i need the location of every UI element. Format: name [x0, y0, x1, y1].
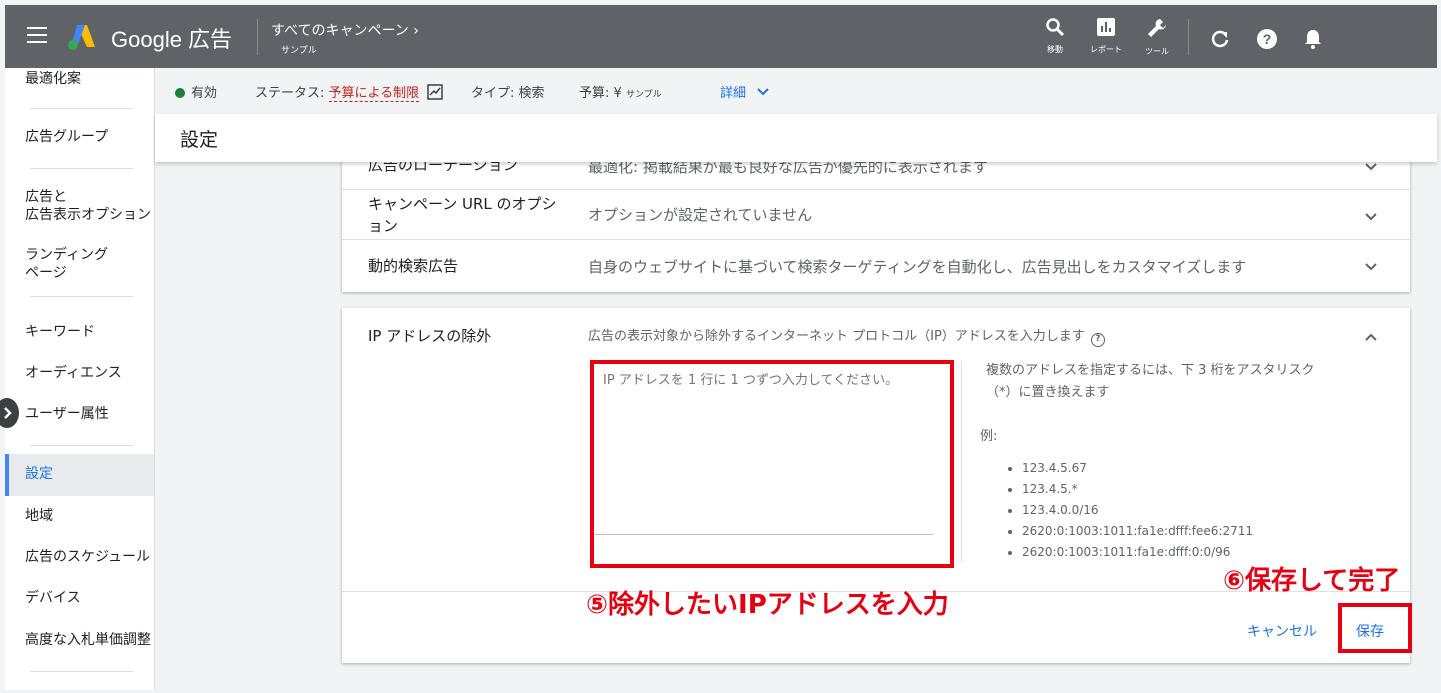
- example-label: 例:: [980, 429, 998, 444]
- divider: [961, 361, 962, 563]
- sidebar-item-demographics[interactable]: ユーザー属性: [25, 405, 109, 423]
- sidebar-item-recommendations[interactable]: 最適化案: [25, 70, 81, 88]
- hamburger-icon[interactable]: [27, 27, 47, 43]
- settings-row-dsa[interactable]: 動的検索広告 自身のウェブサイトに基づいて検索ターゲティングを自動化し、広告見出…: [342, 240, 1410, 292]
- svg-text:?: ?: [1263, 31, 1272, 47]
- chevron-down-icon[interactable]: [1364, 160, 1378, 174]
- sidebar-item-landing-pages[interactable]: ランディング ページ: [25, 246, 108, 282]
- divider: [30, 168, 133, 169]
- chevron-up-icon[interactable]: [1364, 330, 1378, 344]
- app-title: Google 広告: [111, 27, 233, 52]
- sidebar-item-ad-groups[interactable]: 広告グループ: [25, 128, 108, 146]
- google-ads-logo-icon: [68, 25, 95, 50]
- chevron-right-icon: ›: [413, 23, 419, 39]
- sidebar-toggle-button[interactable]: [0, 398, 19, 428]
- bell-icon[interactable]: [1301, 27, 1325, 51]
- sidebar-item-settings[interactable]: 設定: [25, 465, 53, 483]
- help-icon[interactable]: ?: [1090, 333, 1105, 347]
- report-icon: [1097, 18, 1115, 36]
- sidebar-item-ad-schedule[interactable]: 広告のスケジュール: [25, 548, 150, 566]
- divider: [1188, 19, 1189, 55]
- campaign-name: サンプル: [281, 46, 317, 56]
- list-item: 123.4.0.0/16: [1022, 500, 1253, 521]
- sidebar-item-devices[interactable]: デバイス: [25, 589, 81, 607]
- divider: [257, 19, 258, 55]
- divider: [30, 108, 133, 109]
- chevron-down-icon: [757, 88, 769, 96]
- sidebar-item-keywords[interactable]: キーワード: [25, 323, 95, 341]
- campaign-status-bar: 有効 ステータス: 予算による制限 タイプ: 検索 予算: ¥ サンプル 詳細: [155, 68, 1437, 114]
- list-item: 123.4.5.67: [1022, 458, 1253, 479]
- annotation-step6: ⑥保存して完了: [1223, 566, 1401, 596]
- sidebar-item-audiences[interactable]: オーディエンス: [25, 364, 122, 382]
- list-item: 123.4.5.*: [1022, 479, 1253, 500]
- highlight-box-save: [1338, 603, 1412, 653]
- sidebar-item-bid-adjustments[interactable]: 高度な入札単価調整: [25, 631, 151, 649]
- settings-row-url-options[interactable]: キャンペーン URL のオプション オプションが設定されていません: [342, 190, 1410, 240]
- annotation-step5: ⑤除外したいIPアドレスを入力: [586, 590, 949, 620]
- divider: [30, 296, 133, 297]
- help-icon[interactable]: ?: [1255, 27, 1279, 51]
- goto-button[interactable]: 移動: [1035, 17, 1075, 55]
- ip-exclusion-label: IP アドレスの除外: [368, 327, 492, 345]
- sidebar-item-locations[interactable]: 地域: [25, 507, 53, 525]
- details-dropdown[interactable]: 詳細: [720, 82, 770, 101]
- status-field: ステータス: 予算による制限: [255, 82, 444, 102]
- chevron-down-icon[interactable]: [1364, 210, 1378, 224]
- tools-button[interactable]: ツール: [1137, 17, 1177, 57]
- ip-exclusion-description: 広告の表示対象から除外するインターネット プロトコル（IP）アドレスを入力します…: [588, 325, 1105, 347]
- ip-hint-text: 複数のアドレスを指定するには、下 3 桁をアスタリスク （*）に置き換えます: [986, 363, 1315, 400]
- cancel-button[interactable]: キャンセル: [1247, 621, 1317, 641]
- example-list: 123.4.5.67 123.4.5.* 123.4.0.0/16 2620:0…: [1002, 458, 1253, 563]
- chevron-down-icon[interactable]: [1364, 260, 1378, 274]
- search-icon: [1046, 18, 1065, 37]
- type-field: タイプ: 検索: [471, 86, 545, 101]
- highlight-box-ip-input: [590, 360, 954, 568]
- trend-chart-icon[interactable]: [427, 84, 444, 100]
- list-item: 2620:0:1003:1011:fa1e:dfff:fee6:2711: [1022, 521, 1253, 542]
- breadcrumb-campaigns[interactable]: すべてのキャンペーン ›: [271, 20, 419, 40]
- status-dot-icon: [175, 88, 185, 98]
- enabled-status[interactable]: 有効: [175, 82, 217, 101]
- sidebar-item-ads-extensions[interactable]: 広告と 広告表示オプション: [25, 188, 151, 224]
- settings-card: 広告のローテーション 最適化: 掲載結果が最も良好な広告が優先的に表示されます …: [342, 140, 1410, 292]
- sidebar-nav: 最適化案 広告グループ 広告と 広告表示オプション ランディング ページ キーワ…: [0, 68, 155, 690]
- chevron-right-icon: [4, 407, 12, 419]
- list-item: 2620:0:1003:1011:fa1e:dfff:0:0/96: [1022, 542, 1253, 563]
- refresh-icon[interactable]: [1208, 27, 1232, 51]
- settings-header: 設定: [155, 114, 1437, 162]
- status-limited-link[interactable]: 予算による制限: [328, 86, 420, 102]
- top-app-bar: Google 広告 すべてのキャンペーン › サンプル 移動 レポート ツール …: [5, 5, 1437, 68]
- page-title: 設定: [180, 129, 219, 151]
- divider: [30, 671, 133, 672]
- budget-field: 予算: ¥ サンプル: [579, 86, 662, 101]
- reports-button[interactable]: レポート: [1086, 17, 1126, 55]
- divider: [30, 445, 133, 446]
- wrench-icon: [1148, 19, 1166, 37]
